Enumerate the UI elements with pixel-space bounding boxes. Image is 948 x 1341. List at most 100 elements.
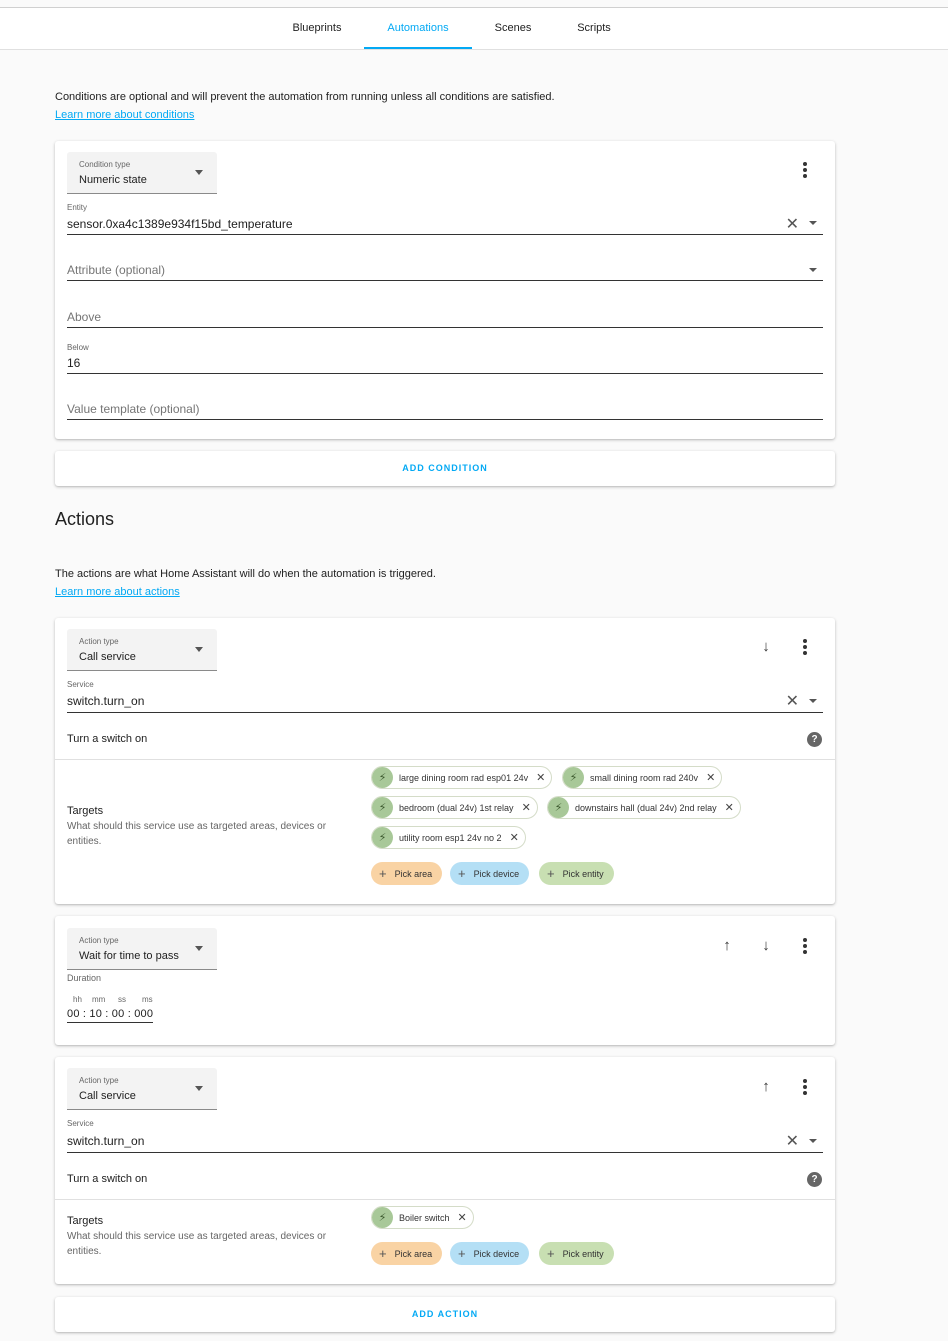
tab-automations[interactable]: Automations: [364, 8, 472, 49]
more-options-icon[interactable]: [795, 637, 815, 657]
duration-unit-mm: mm: [92, 995, 106, 1004]
target-chip[interactable]: ⚡ large dining room rad esp01 24v ✕: [371, 766, 553, 789]
dropdown-arrow-icon[interactable]: [809, 221, 817, 225]
value-template-field[interactable]: Value template (optional): [67, 400, 823, 420]
pick-area-button[interactable]: + Pick area: [371, 1242, 443, 1265]
flash-icon: ⚡: [372, 827, 393, 848]
duration-unit-hh: hh: [73, 995, 82, 1004]
entity-value: sensor.0xa4c1389e934f15bd_temperature: [67, 217, 293, 231]
more-options-icon[interactable]: [795, 160, 815, 180]
dropdown-arrow-icon[interactable]: [809, 1139, 817, 1143]
more-options-icon[interactable]: [795, 936, 815, 956]
add-action-card: ADD ACTION: [55, 1297, 835, 1332]
condition-type-select[interactable]: Condition type Numeric state: [67, 152, 217, 194]
pick-area-label: Pick area: [394, 868, 433, 879]
clear-icon[interactable]: ✕: [786, 1131, 799, 1151]
target-chip-label: Boiler switch: [399, 1212, 450, 1223]
dropdown-arrow-icon[interactable]: [809, 268, 817, 272]
plus-icon: +: [379, 866, 387, 881]
below-field[interactable]: Below 16: [67, 343, 823, 374]
targets-title: Targets: [67, 805, 104, 817]
below-value: 16: [67, 356, 81, 370]
action-type-select[interactable]: Action type Call service: [67, 1068, 217, 1110]
plus-icon: +: [379, 1246, 387, 1261]
pick-device-button[interactable]: + Pick device: [450, 1242, 530, 1265]
add-condition-button[interactable]: ADD CONDITION: [55, 451, 835, 486]
target-chip[interactable]: ⚡ small dining room rad 240v ✕: [562, 766, 723, 789]
service-value: switch.turn_on: [67, 1134, 145, 1148]
pick-entity-button[interactable]: + Pick entity: [539, 1242, 614, 1265]
condition-type-label: Condition type: [79, 160, 131, 169]
dropdown-arrow-icon[interactable]: [809, 699, 817, 703]
action-type-select[interactable]: Action type Call service: [67, 629, 217, 671]
clear-icon[interactable]: ✕: [786, 214, 799, 234]
add-condition-card: ADD CONDITION: [55, 451, 835, 486]
plus-icon: +: [458, 866, 466, 881]
help-icon[interactable]: ?: [807, 732, 822, 747]
attribute-field[interactable]: Attribute (optional): [67, 261, 823, 281]
service-field[interactable]: Service switch.turn_on ✕: [67, 680, 823, 713]
service-value: switch.turn_on: [67, 694, 145, 708]
remove-chip-icon[interactable]: ✕: [725, 801, 734, 814]
target-chip[interactable]: ⚡ downstairs hall (dual 24v) 2nd relay ✕: [547, 796, 741, 819]
tab-scripts[interactable]: Scripts: [566, 8, 622, 49]
target-chip[interactable]: ⚡ bedroom (dual 24v) 1st relay ✕: [371, 796, 538, 819]
action-type-value: Call service: [79, 651, 136, 663]
move-up-icon[interactable]: ↑: [756, 1077, 776, 1097]
action-type-select[interactable]: Action type Wait for time to pass: [67, 928, 217, 970]
actions-intro: The actions are what Home Assistant will…: [55, 568, 436, 580]
tab-blueprints[interactable]: Blueprints: [282, 8, 352, 49]
action-type-label: Action type: [79, 936, 119, 945]
service-field[interactable]: Service switch.turn_on ✕: [67, 1119, 823, 1153]
add-action-button[interactable]: ADD ACTION: [55, 1297, 835, 1332]
move-down-icon[interactable]: ↓: [756, 637, 776, 657]
learn-more-conditions-link[interactable]: Learn more about conditions: [55, 109, 194, 121]
pick-device-label: Pick device: [473, 1248, 520, 1259]
target-chip-label: small dining room rad 240v: [590, 772, 699, 783]
move-down-icon[interactable]: ↓: [756, 936, 776, 956]
tab-scenes[interactable]: Scenes: [486, 8, 540, 49]
duration-unit-ss: ss: [118, 995, 126, 1004]
help-icon[interactable]: ?: [807, 1172, 822, 1187]
pick-device-button[interactable]: + Pick device: [450, 862, 530, 885]
plus-icon: +: [547, 866, 555, 881]
pick-area-button[interactable]: + Pick area: [371, 862, 443, 885]
duration-input[interactable]: 00 : 10 : 00 : 000: [67, 1008, 154, 1023]
remove-chip-icon[interactable]: ✕: [536, 771, 545, 784]
action-type-value: Call service: [79, 1090, 136, 1102]
remove-chip-icon[interactable]: ✕: [458, 1211, 467, 1224]
service-description: Turn a switch on: [67, 1173, 148, 1185]
duration-unit-ms: ms: [142, 995, 153, 1004]
target-chip-label: downstairs hall (dual 24v) 2nd relay: [575, 802, 717, 813]
learn-more-actions-link[interactable]: Learn more about actions: [55, 586, 180, 598]
remove-chip-icon[interactable]: ✕: [522, 801, 531, 814]
target-chip-label: large dining room rad esp01 24v: [399, 772, 529, 783]
actions-heading: Actions: [55, 509, 115, 529]
action-card-3: Action type Call service ↑ Service switc…: [55, 1057, 835, 1284]
pick-entity-label: Pick entity: [562, 1248, 604, 1259]
target-chip[interactable]: ⚡ Boiler switch ✕: [371, 1206, 474, 1229]
service-label: Service: [67, 680, 94, 689]
tab-bar: Blueprints Automations Scenes Scripts: [0, 8, 948, 50]
flash-icon: ⚡: [563, 767, 584, 788]
plus-icon: +: [547, 1246, 555, 1261]
target-chip[interactable]: ⚡ utility room esp1 24v no 2 ✕: [371, 826, 526, 849]
entity-field[interactable]: Entity sensor.0xa4c1389e934f15bd_tempera…: [67, 203, 823, 235]
flash-icon: ⚡: [372, 1207, 393, 1228]
action-card-1: Action type Call service ↓ Service switc…: [55, 618, 835, 904]
flash-icon: ⚡: [372, 797, 393, 818]
divider: [55, 759, 835, 760]
action-type-label: Action type: [79, 1076, 119, 1085]
divider: [55, 1199, 835, 1200]
condition-card: Condition type Numeric state Entity sens…: [55, 141, 835, 439]
service-description: Turn a switch on: [67, 733, 148, 745]
remove-chip-icon[interactable]: ✕: [510, 831, 519, 844]
above-field[interactable]: Above: [67, 307, 823, 328]
move-up-icon[interactable]: ↑: [717, 936, 737, 956]
clear-icon[interactable]: ✕: [786, 691, 799, 711]
action-card-2: Action type Wait for time to pass ↑ ↓ Du…: [55, 916, 835, 1045]
remove-chip-icon[interactable]: ✕: [706, 771, 715, 784]
pick-entity-button[interactable]: + Pick entity: [539, 862, 614, 885]
dropdown-arrow-icon: [195, 946, 203, 951]
more-options-icon[interactable]: [795, 1077, 815, 1097]
